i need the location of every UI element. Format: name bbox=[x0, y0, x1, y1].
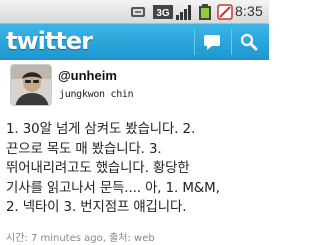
tweet-meta: 시간: 7 minutes ago, 출처: web bbox=[6, 233, 155, 244]
twitter-logo[interactable]: twitter bbox=[6, 27, 93, 55]
tweet-text-line: 2. 넥타이 3. 번지점프 얘깁니다. bbox=[6, 200, 187, 215]
app-header: twitter bbox=[0, 24, 269, 60]
tweet-text-line: 끈으로 목도 매 봤습니다. 3. bbox=[6, 141, 162, 157]
compose-button[interactable] bbox=[194, 24, 230, 60]
avatar-image bbox=[11, 65, 51, 105]
alarm-icon bbox=[217, 4, 233, 20]
status-time: 8:35 bbox=[234, 3, 263, 19]
status-bar: 3G 8:35 bbox=[0, 0, 269, 24]
tweet-real-name: jungkwon chin bbox=[59, 89, 134, 100]
avatar[interactable] bbox=[10, 64, 52, 106]
signal-strength-icon bbox=[176, 5, 191, 20]
search-button[interactable] bbox=[231, 24, 267, 60]
usb-debug-icon bbox=[131, 7, 145, 17]
battery-icon bbox=[199, 4, 211, 20]
svg-text:3G: 3G bbox=[156, 8, 170, 19]
compose-icon bbox=[204, 35, 220, 50]
tweet-author[interactable]: @unheim jungkwon chin bbox=[0, 60, 269, 116]
tweet-text-line: 기사를 읽고나서 문득.... 아, 1. M&M, bbox=[6, 180, 220, 196]
tweet-text-line: 뛰어내리려고도 했습니다. 황당한 bbox=[6, 161, 190, 176]
tweet-text: 1. 30알 넘게 삼켜도 봤습니다. 2. 끈으로 목도 매 봤습니다. 3. 뛰… bbox=[6, 120, 268, 218]
tweet-text-line: 1. 30알 넘게 삼켜도 봤습니다. 2. bbox=[6, 122, 196, 137]
3g-icon: 3G bbox=[153, 5, 173, 19]
tweet-username[interactable]: @unheim bbox=[58, 68, 117, 83]
search-icon bbox=[240, 33, 258, 51]
